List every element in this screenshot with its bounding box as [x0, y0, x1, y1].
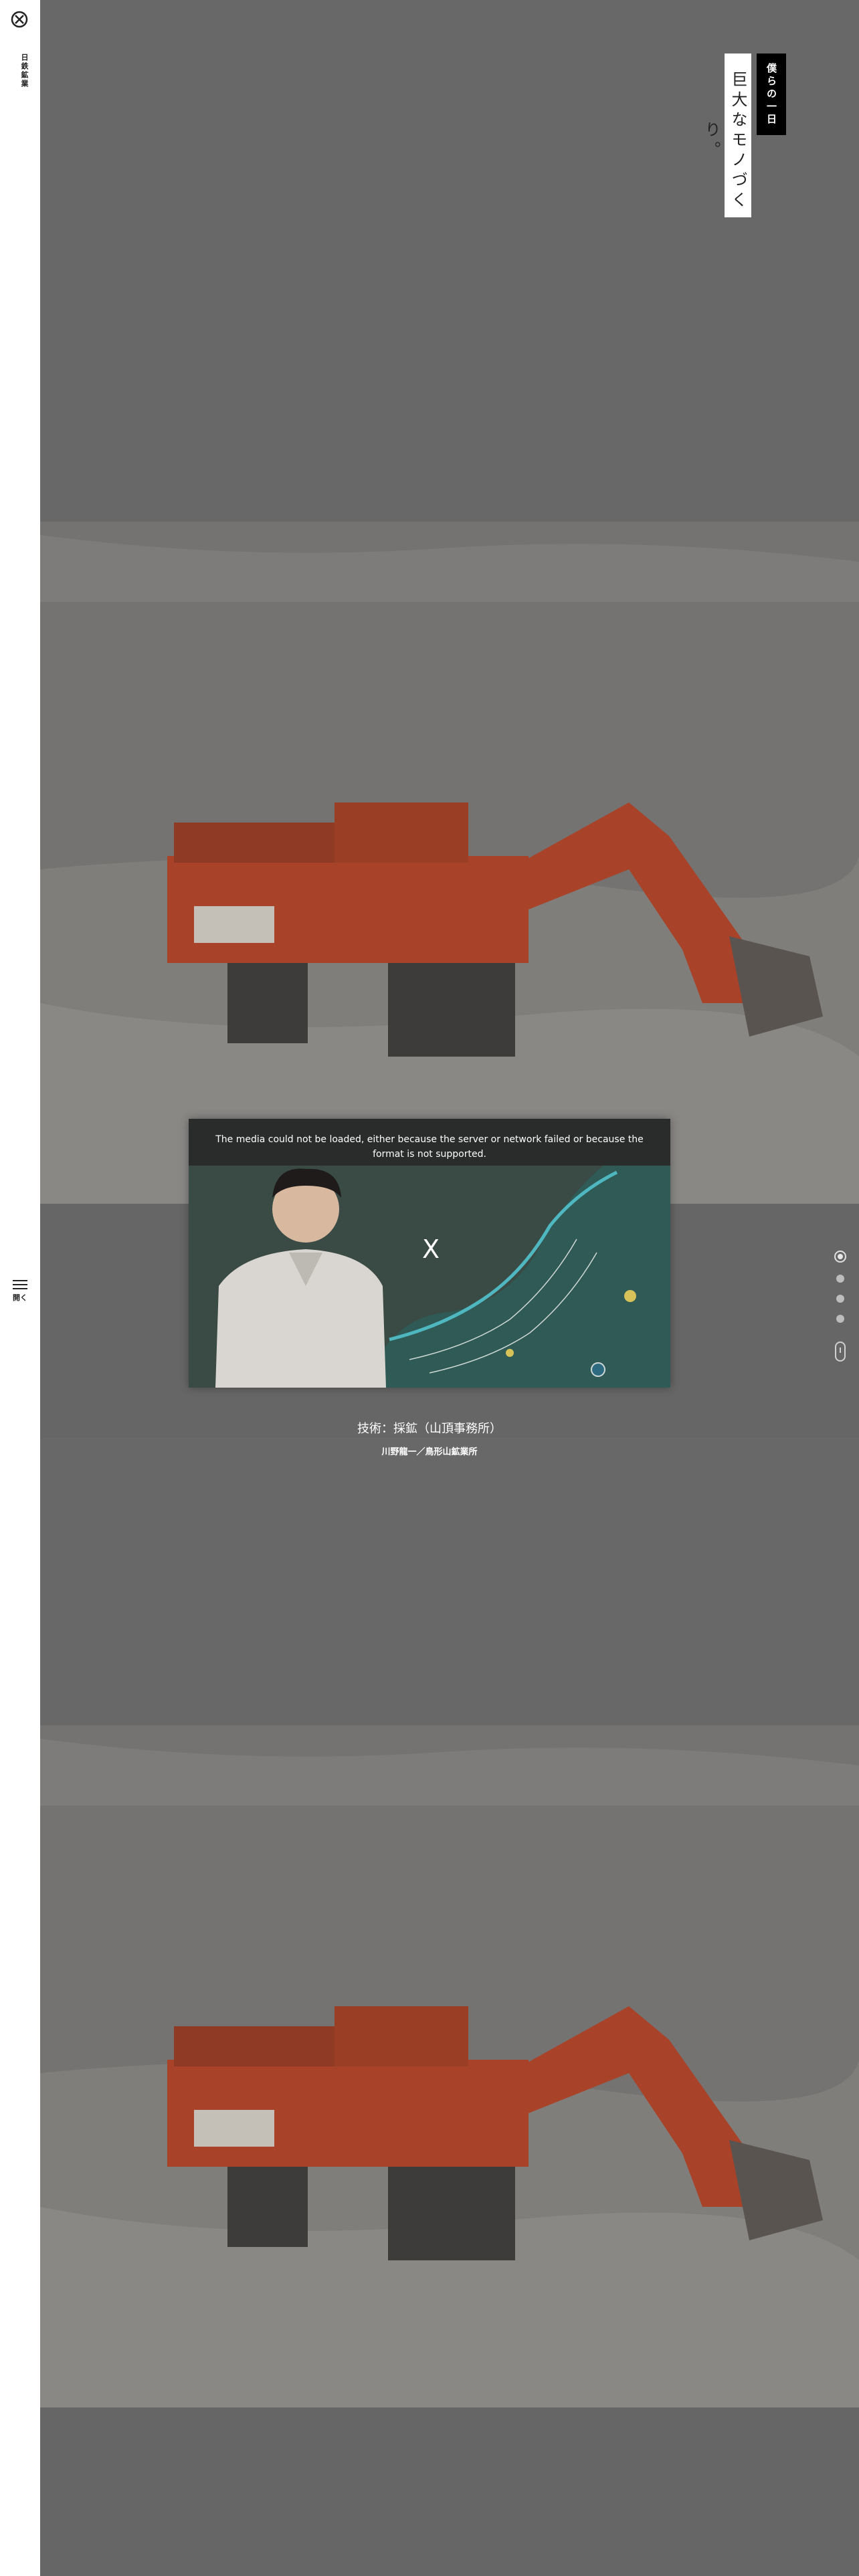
hamburger-icon [13, 1280, 27, 1289]
pager-dot-3[interactable] [836, 1295, 844, 1303]
pager-dot-2[interactable] [836, 1275, 844, 1283]
sidebar: 日鉄鉱業 開く [0, 0, 40, 2576]
close-icon[interactable]: X [417, 1236, 444, 1263]
page-subtitle: 僕らの一日 [765, 63, 777, 126]
brand-name[interactable]: 日鉄鉱業 [13, 53, 29, 88]
page-subtitle-box: 僕らの一日 [757, 53, 786, 135]
page-title-box: 巨大なモノづくり。 [702, 53, 751, 217]
video-caption-subtitle: 川野龍一／鳥形山鉱業所 [381, 1447, 478, 1457]
media-error-message: The media could not be loaded, either be… [215, 1134, 644, 1160]
menu-label: 開く [13, 1293, 27, 1302]
video-player[interactable]: The media could not be loaded, either be… [189, 1119, 670, 1388]
pager-dot-4[interactable] [836, 1315, 844, 1323]
pager-dot-1[interactable] [834, 1251, 846, 1263]
second-photo-excavator [40, 1438, 859, 2407]
video-caption-title: 技術：採鉱（山頂事務所） [357, 1422, 502, 1436]
page-title: 巨大なモノづくり。 [702, 70, 747, 211]
menu-open-button[interactable]: 開く [9, 1277, 31, 1303]
section-pager [832, 1251, 848, 1362]
scroll-mouse-icon [835, 1341, 846, 1362]
company-logo[interactable] [11, 11, 28, 28]
